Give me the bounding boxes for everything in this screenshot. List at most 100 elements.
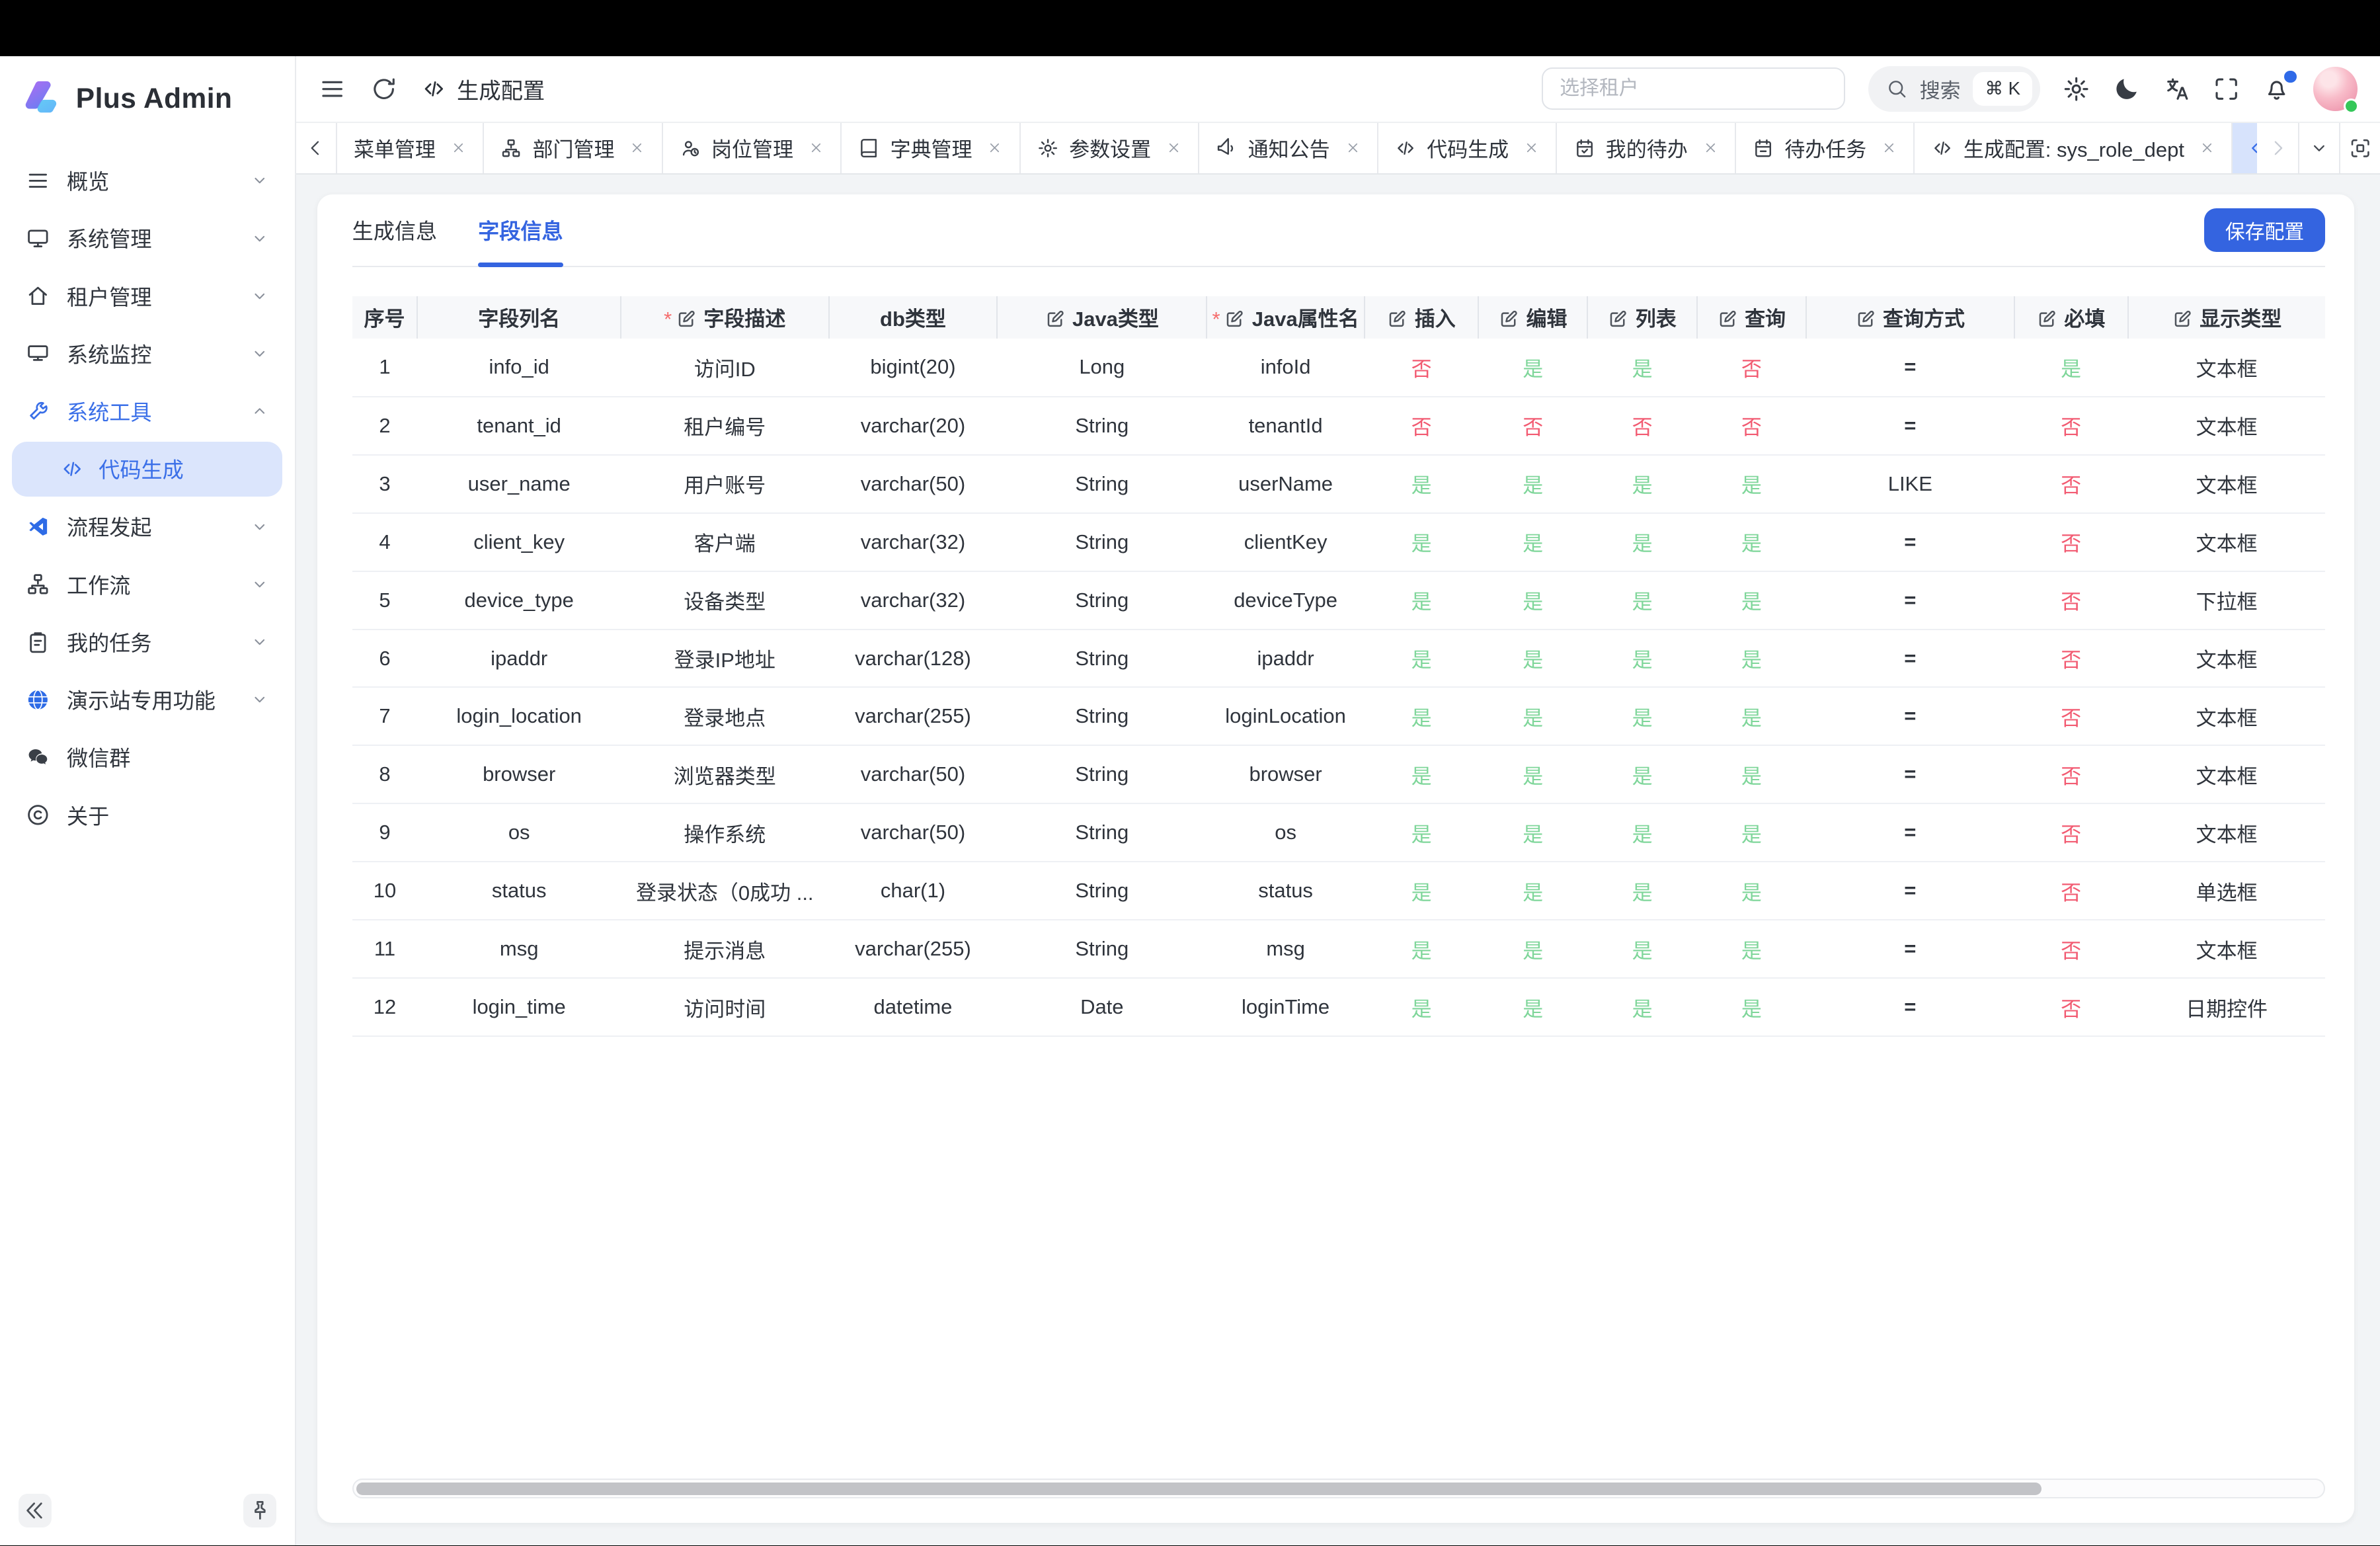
tab-3[interactable]: 字典管理 [842,123,1021,173]
content-fullscreen-button[interactable] [2339,123,2380,173]
cell[interactable]: 登录状态（0成功 ... [621,862,829,920]
cell[interactable]: 否 [2014,397,2128,455]
bell-button[interactable] [2263,75,2290,102]
fullscreen-button[interactable] [2213,75,2240,102]
cell[interactable]: 文本框 [2128,455,2326,513]
translate-button[interactable] [2163,75,2190,102]
tab-close-icon[interactable] [629,140,645,155]
cell[interactable]: LIKE [1806,455,2014,513]
tab-close-icon[interactable] [451,140,466,155]
cell[interactable]: 是 [1697,920,1806,978]
cell[interactable]: 是 [1697,687,1806,745]
cell[interactable]: loginTime [1207,978,1365,1036]
save-config-button[interactable]: 保存配置 [2204,208,2326,253]
settings-button[interactable] [2063,75,2090,102]
cell[interactable]: 提示消息 [621,920,829,978]
cell[interactable]: 否 [1365,339,1478,397]
cell[interactable]: = [1806,803,2014,862]
cell[interactable]: 是 [1478,571,1587,630]
cell[interactable]: String [997,397,1207,455]
sidebar-item-3[interactable]: 系统监控 [12,327,282,382]
cell[interactable]: = [1806,397,2014,455]
cell[interactable]: String [997,687,1207,745]
cell[interactable]: 否 [2014,455,2128,513]
cell[interactable]: 是 [1365,455,1478,513]
cell[interactable]: 是 [1478,687,1587,745]
cell[interactable]: 文本框 [2128,687,2326,745]
cell[interactable]: 是 [1365,978,1478,1036]
cell[interactable]: = [1806,920,2014,978]
cell[interactable]: 是 [1587,978,1696,1036]
cell[interactable]: String [997,920,1207,978]
cell[interactable]: 访问ID [621,339,829,397]
cell[interactable]: 否 [1587,397,1696,455]
cell[interactable]: 是 [1697,978,1806,1036]
cell[interactable]: = [1806,862,2014,920]
sidebar-item-4[interactable]: 系统工具 [12,384,282,439]
cell[interactable]: Long [997,339,1207,397]
cell[interactable]: 是 [1478,920,1587,978]
cell[interactable]: 否 [2014,687,2128,745]
sidebar-item-7[interactable]: 我的任务 [12,615,282,670]
tenant-select-input[interactable] [1542,67,1845,110]
cell[interactable]: = [1806,745,2014,803]
cell[interactable]: 访问时间 [621,978,829,1036]
tab-5[interactable]: 通知公告 [1199,123,1378,173]
cell[interactable]: 否 [1478,397,1587,455]
cell[interactable]: 是 [1365,803,1478,862]
cell[interactable]: 是 [1478,978,1587,1036]
cell[interactable]: 否 [2014,630,2128,688]
cell[interactable]: 是 [1587,571,1696,630]
cell[interactable]: loginLocation [1207,687,1365,745]
cell[interactable]: 操作系统 [621,803,829,862]
cell[interactable]: 是 [1365,920,1478,978]
cell[interactable]: 文本框 [2128,630,2326,688]
tabs-dropdown-button[interactable] [2298,123,2339,173]
cell[interactable]: 是 [1587,630,1696,688]
cell[interactable]: 登录地点 [621,687,829,745]
cell[interactable]: 文本框 [2128,339,2326,397]
tab-4[interactable]: 参数设置 [1021,123,1200,173]
cell[interactable]: 是 [1365,745,1478,803]
cell[interactable]: deviceType [1207,571,1365,630]
tabs-scroll-right-button[interactable] [2257,123,2298,173]
sidebar-subitem-4-0[interactable]: 代码生成 [12,442,282,497]
cell[interactable]: 日期控件 [2128,978,2326,1036]
cell[interactable]: 下拉框 [2128,571,2326,630]
tab-6[interactable]: 代码生成 [1378,123,1558,173]
cell[interactable]: 是 [1478,455,1587,513]
cell[interactable]: 是 [1365,630,1478,688]
cell[interactable]: String [997,571,1207,630]
sidebar-collapse-button[interactable] [19,1494,52,1527]
tab-close-icon[interactable] [2200,140,2215,155]
cell[interactable]: = [1806,339,2014,397]
cell[interactable]: 是 [1587,513,1696,571]
tab-close-icon[interactable] [987,140,1002,155]
cell[interactable]: = [1806,571,2014,630]
sidebar-item-0[interactable]: 概览 [12,153,282,208]
cell[interactable]: 是 [1697,745,1806,803]
cell[interactable]: 是 [1587,745,1696,803]
tab-2[interactable]: 岗位管理 [663,123,842,173]
cell[interactable]: String [997,745,1207,803]
cell[interactable]: status [1207,862,1365,920]
cell[interactable]: 是 [1587,862,1696,920]
cell[interactable]: os [1207,803,1365,862]
cell[interactable]: 否 [1697,397,1806,455]
sidebar-item-6[interactable]: 工作流 [12,557,282,612]
cell[interactable]: 用户账号 [621,455,829,513]
cell[interactable]: 是 [1478,745,1587,803]
cell[interactable]: 是 [1697,513,1806,571]
cell[interactable]: 是 [1478,630,1587,688]
cell[interactable]: userName [1207,455,1365,513]
cell[interactable]: tenantId [1207,397,1365,455]
cell[interactable]: 是 [1478,513,1587,571]
cell[interactable]: ipaddr [1207,630,1365,688]
cell[interactable]: = [1806,687,2014,745]
tab-close-icon[interactable] [1703,140,1718,155]
cell[interactable]: 文本框 [2128,803,2326,862]
cell[interactable]: 是 [2014,339,2128,397]
cell[interactable]: 是 [1587,803,1696,862]
sidebar-item-10[interactable]: 关于 [12,788,282,842]
hamburger-menu-icon[interactable] [319,75,346,102]
